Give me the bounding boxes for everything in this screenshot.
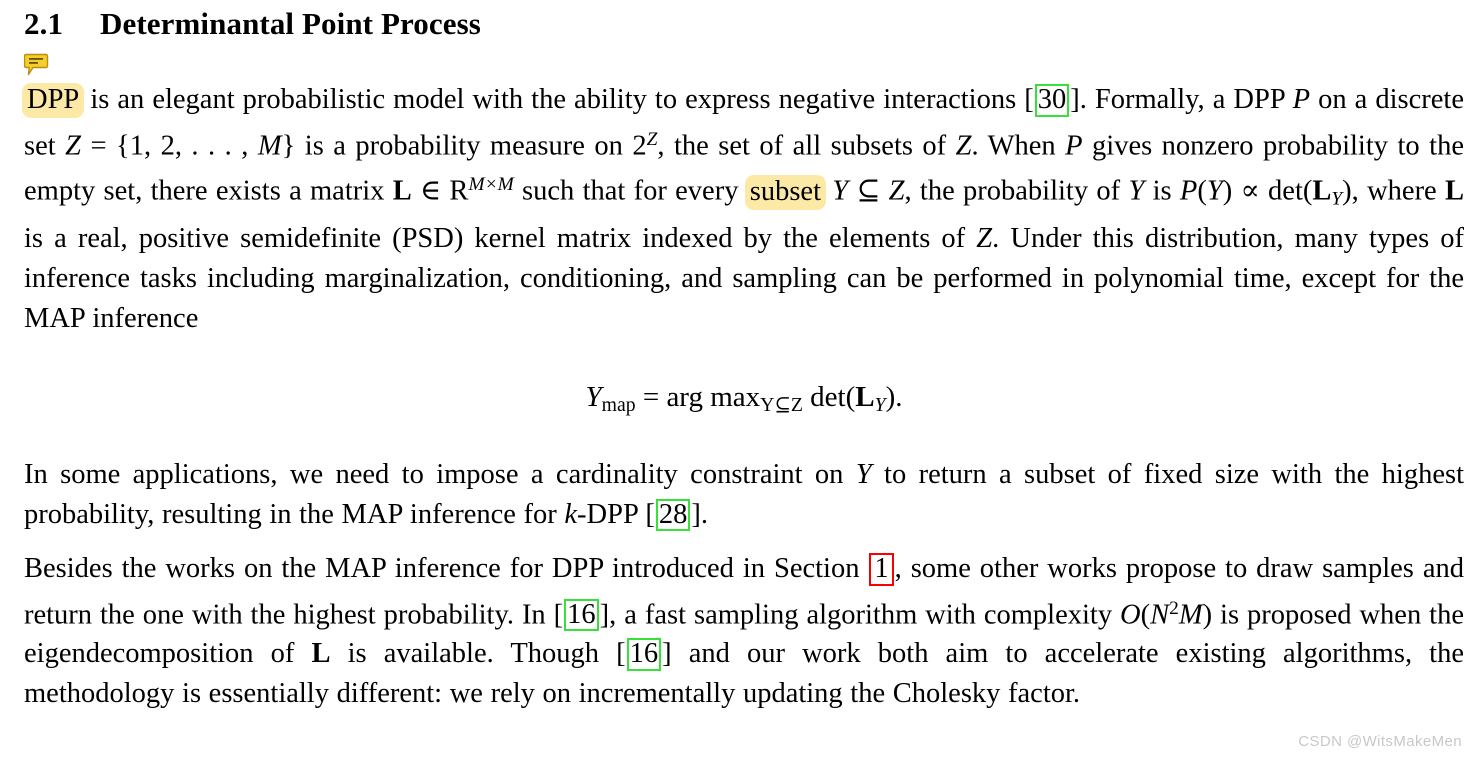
eq-equals: = [635,381,667,413]
eq-closing: ). [885,381,903,413]
p3-text-a: Besides the works on the MAP inference f… [24,553,869,584]
display-equation-map-inference: Ymap = arg maxY⊆Z det(LY). [24,381,1464,417]
p1-text-b: ]. Formally, a DPP [1070,84,1293,115]
eq-lhs-subscript: map [601,394,636,417]
p3-text-c: ], a fast sampling algorithm with comple… [599,598,1121,630]
eq-matrix-subscript: Y [874,394,886,417]
p1-text-f: , the set of all subsets of [657,129,956,161]
p3-text-d: ( [1140,598,1151,630]
math-N-exponent: 2 [1169,597,1179,619]
math-bold-L-p3: L [311,638,331,670]
eq-matrix-L: L [855,381,875,413]
math-Z-3: Z [888,175,905,207]
p1-text-j: such that for every [513,175,747,207]
section-link-1[interactable]: 1 [869,553,894,586]
section-title: Determinantal Point Process [100,6,481,41]
citation-link-16-first[interactable]: 16 [564,598,599,632]
math-Y-3: Y [1206,175,1223,207]
math-MxM-exponent: M×M [468,174,514,196]
p1-text-r: is a real, positive semidefinite (PSD) k… [24,223,977,255]
highlight-subset[interactable]: subset [744,174,826,210]
math-bold-L-2: L [1312,175,1332,207]
math-calP-3: P [1179,175,1198,207]
p2-text-a: In some applications, we need to impose … [24,459,856,490]
math-Y-2: Y [1128,175,1145,207]
citation-link-30[interactable]: 30 [1034,84,1070,117]
eq-lhs-variable: Y [585,381,602,413]
eq-argmax-operator: arg max [666,381,761,413]
math-reals-symbol: R [449,175,469,207]
math-calP-2: P [1065,129,1083,161]
math-calP-1: P [1292,84,1311,115]
section-number: 2.1 [24,6,64,41]
p1-text-e: } is a probability measure on 2 [281,129,647,161]
p1-text-i: ∈ [411,175,450,207]
math-M-p3: M [1178,598,1203,630]
pdf-page: 2.1 Determinantal Point Process DPP is an… [0,0,1480,758]
math-M-1: M [257,129,282,161]
p1-text-o: ( [1197,175,1207,207]
highlight-dpp[interactable]: DPP [22,83,85,118]
p1-text-l: ⊆ [848,175,889,207]
math-Y-1: Y [832,175,849,207]
p1-text-g: . When [971,129,1066,161]
p1-text-m: , the probability of [904,175,1129,207]
math-Z-2: Z [955,129,972,161]
math-Z-1: Z [65,129,81,161]
math-Z-exponent: Z [646,128,658,150]
math-L-subscript-Y: Y [1331,188,1343,210]
p1-text-n: is [1144,175,1180,207]
p1-text-q: ), where [1342,175,1445,207]
math-bigO: O [1120,598,1141,630]
comment-note-icon[interactable] [23,53,50,77]
math-N: N [1150,598,1170,630]
p2-text-d: ]. [691,498,709,530]
p3-text-f: is available. Though [ [330,638,626,670]
section-heading: 2.1 Determinantal Point Process [24,6,481,42]
math-k-p2: k [564,498,578,530]
math-Y-p2: Y [855,459,872,490]
p2-text-c: -DPP [ [577,498,655,530]
citation-link-28[interactable]: 28 [655,498,691,532]
math-bold-L-1: L [392,175,412,207]
citation-link-16-second[interactable]: 16 [626,638,662,671]
paragraph-related-sampling-works: Besides the works on the MAP inference f… [24,549,1464,714]
eq-det-operator: det( [802,381,856,413]
math-Z-4: Z [976,223,993,255]
math-bold-L-3: L [1445,175,1465,207]
p1-text-a: is an elegant probabilistic model with t… [82,84,1034,115]
csdn-watermark: CSDN @WitsMakeMen [1298,733,1462,750]
paragraph-cardinality-constraint: In some applications, we need to impose … [24,455,1464,534]
eq-argmax-subscript: Y⊆Z [760,394,803,417]
paragraph-dpp-definition: DPP is an elegant probabilistic model wi… [22,80,1465,338]
p1-text-d: = {1, 2, . . . , [81,129,258,161]
p1-text-p: ) ∝ det( [1222,175,1313,207]
